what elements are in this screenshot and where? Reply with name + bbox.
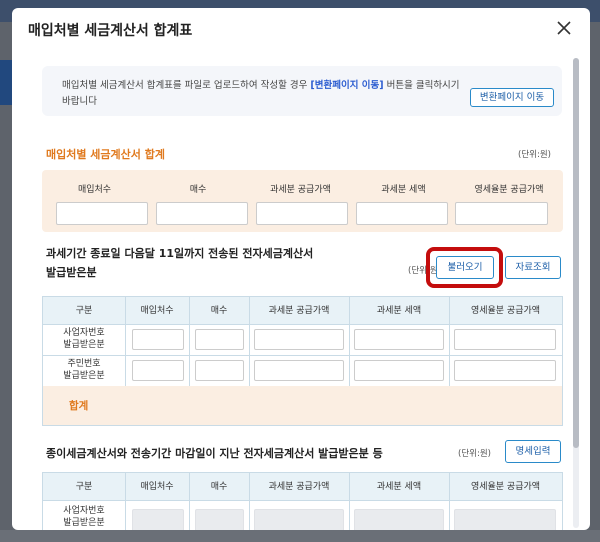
- tax-amount-field: [354, 509, 444, 530]
- table-header-cell: 과세분 공급가액: [268, 306, 330, 316]
- zero-rate-supply-field[interactable]: [454, 360, 556, 381]
- summary-zero-rate-field[interactable]: [455, 202, 548, 225]
- highlight-annotation: [426, 247, 503, 288]
- row-label: 주민번호 발급받은분: [43, 358, 125, 382]
- supplier-count-field: [132, 509, 184, 530]
- data-query-button[interactable]: 자료조회: [505, 256, 561, 279]
- column-divider: [349, 297, 350, 386]
- summary-col-label: 영세율분 공급가액: [474, 185, 544, 195]
- tax-amount-field[interactable]: [354, 329, 444, 350]
- electronic-title-line1: 과세기간 종료일 다음달 11일까지 전송된 전자세금계산서: [46, 247, 314, 260]
- total-label: 합계: [69, 400, 89, 412]
- row-label-line1: 사업자번호: [63, 506, 105, 516]
- summary-taxable-supply-field[interactable]: [256, 202, 348, 225]
- row-label: 사업자번호 발급받은분: [43, 327, 125, 351]
- table-row: 주민번호 발급받은분: [43, 355, 562, 387]
- column-divider: [449, 297, 450, 386]
- summary-col-label: 과세분 공급가액: [270, 185, 331, 195]
- paper-table: 구분 매입처수 매수 과세분 공급가액 과세분 세액 영세율분 공급가액 사업자…: [42, 472, 563, 530]
- table-header-cell: 영세율분 공급가액: [470, 482, 541, 492]
- table-header-cell: 매입처수: [140, 482, 174, 492]
- count-field[interactable]: [195, 329, 244, 350]
- table-header-cell: 과세분 세액: [376, 306, 422, 316]
- column-divider: [349, 473, 350, 530]
- electronic-title: 과세기간 종료일 다음달 11일까지 전송된 전자세금계산서 발급받은분: [46, 244, 386, 282]
- total-row: 합계: [43, 386, 562, 425]
- zero-rate-supply-field: [454, 509, 556, 530]
- background-footer: [0, 530, 600, 542]
- column-divider: [449, 473, 450, 530]
- supplier-count-field[interactable]: [132, 360, 184, 381]
- modal-scrollbar[interactable]: [573, 58, 579, 528]
- taxable-supply-field[interactable]: [254, 360, 344, 381]
- table-header-row: 구분 매입처수 매수 과세분 공급가액 과세분 세액 영세율분 공급가액: [43, 297, 562, 325]
- summary-modal: 매입처별 세금계산서 합계표 매입처별 세금계산서 합계표를 파일로 업로드하여…: [12, 8, 590, 530]
- table-row: 사업자번호 발급받은분: [43, 500, 562, 530]
- row-label-line2: 발급받은분: [63, 340, 105, 350]
- column-divider: [189, 297, 190, 386]
- table-header-cell: 구분: [75, 306, 93, 316]
- table-header-cell: 매수: [210, 306, 228, 316]
- supplier-count-field[interactable]: [132, 329, 184, 350]
- column-divider: [249, 297, 250, 386]
- count-field[interactable]: [195, 360, 244, 381]
- row-label-line2: 발급받은분: [63, 371, 105, 381]
- table-header-cell: 영세율분 공급가액: [470, 306, 541, 316]
- summary-title: 매입처별 세금계산서 합계: [46, 148, 165, 161]
- convert-page-button[interactable]: 변환페이지 이동: [470, 88, 554, 107]
- electronic-title-line2: 발급받은분: [46, 266, 97, 279]
- column-divider: [189, 473, 190, 530]
- scroll-thumb[interactable]: [573, 58, 579, 448]
- column-divider: [125, 297, 126, 386]
- column-divider: [125, 473, 126, 530]
- table-header-cell: 매입처수: [140, 306, 174, 316]
- table-row: 사업자번호 발급받은분: [43, 324, 562, 356]
- summary-col-label: 매입처수: [77, 185, 112, 195]
- summary-panel: 매입처수 매수 과세분 공급가액 과세분 세액 영세율분 공급가액: [42, 170, 563, 232]
- notice-text-before: 매입처별 세금계산서 합계표를 파일로 업로드하여 작성할 경우: [62, 80, 308, 91]
- table-header-row: 구분 매입처수 매수 과세분 공급가액 과세분 세액 영세율분 공급가액: [43, 473, 562, 501]
- count-field: [195, 509, 244, 530]
- modal-body: 매입처별 세금계산서 합계표를 파일로 업로드하여 작성할 경우 [변환페이지 …: [32, 60, 567, 530]
- row-label-line1: 주민번호: [67, 359, 101, 369]
- table-header-cell: 과세분 세액: [376, 482, 422, 492]
- row-label: 사업자번호 발급받은분: [43, 505, 125, 529]
- modal-header: 매입처별 세금계산서 합계표: [12, 8, 590, 50]
- table-header-cell: 구분: [75, 482, 93, 492]
- modal-title: 매입처별 세금계산서 합계표: [28, 23, 193, 39]
- summary-tax-amount-field[interactable]: [356, 202, 448, 225]
- summary-count-field[interactable]: [156, 202, 248, 225]
- summary-col-label: 과세분 세액: [381, 185, 426, 195]
- table-header-cell: 매수: [210, 482, 228, 492]
- summary-col-label: 매수: [189, 185, 207, 195]
- paper-title: 종이세금계산서와 전송기간 마감일이 지난 전자세금계산서 발급받은분 등: [46, 447, 383, 460]
- background-sidebar-fragment: [0, 60, 12, 105]
- column-divider: [249, 473, 250, 530]
- close-icon[interactable]: [552, 16, 576, 40]
- notice-link-text: [변환페이지 이동]: [310, 80, 384, 91]
- electronic-table: 구분 매입처수 매수 과세분 공급가액 과세분 세액 영세율분 공급가액 사업자…: [42, 296, 563, 426]
- tax-amount-field[interactable]: [354, 360, 444, 381]
- paper-unit: (단위:원): [458, 449, 491, 459]
- row-label-line2: 발급받은분: [63, 518, 105, 528]
- taxable-supply-field: [254, 509, 344, 530]
- taxable-supply-field[interactable]: [254, 329, 344, 350]
- table-header-cell: 과세분 공급가액: [268, 482, 330, 492]
- summary-unit: (단위:원): [518, 150, 551, 160]
- upload-notice: 매입처별 세금계산서 합계표를 파일로 업로드하여 작성할 경우 [변환페이지 …: [42, 66, 562, 116]
- detail-input-button[interactable]: 명세입력: [505, 440, 561, 463]
- summary-supplier-count-field[interactable]: [56, 202, 148, 225]
- zero-rate-supply-field[interactable]: [454, 329, 556, 350]
- row-label-line1: 사업자번호: [63, 328, 105, 338]
- notice-text: 매입처별 세금계산서 합계표를 파일로 업로드하여 작성할 경우 [변환페이지 …: [62, 78, 462, 110]
